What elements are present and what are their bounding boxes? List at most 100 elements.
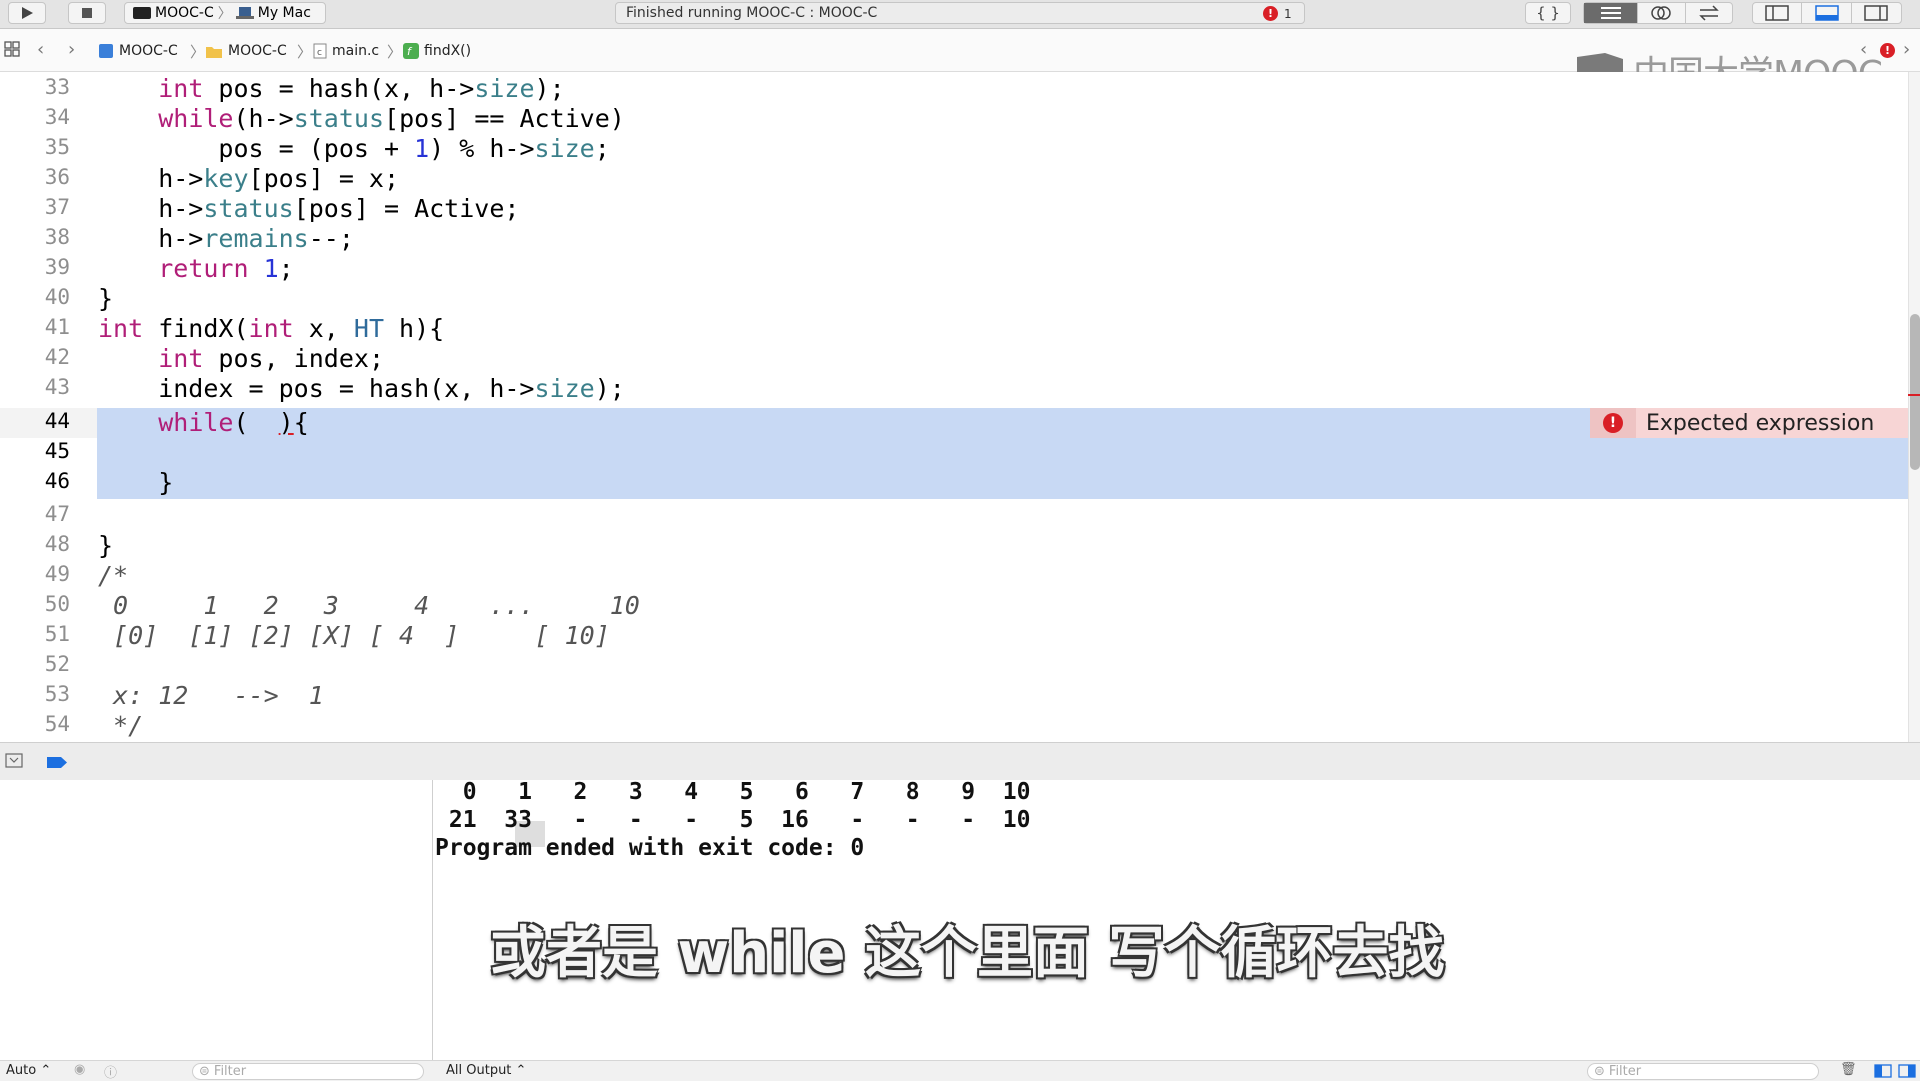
- line-number: 49: [44, 562, 70, 586]
- issue-indicator[interactable]: ! 1: [1263, 6, 1292, 21]
- code-line: 35 pos = (pos + 1) % h->size;: [0, 132, 1908, 163]
- code-line: 49 /*: [0, 559, 1908, 590]
- code-text: index = pos = hash(x, h->size);: [98, 374, 625, 403]
- crumb-project[interactable]: MOOC-C: [98, 43, 178, 59]
- code-text: h->status[pos] = Active;: [98, 194, 520, 223]
- scheme-selector[interactable]: MOOC-C 〉 My Mac: [124, 2, 326, 24]
- crumb-file[interactable]: c main.c: [313, 43, 379, 59]
- code-line: 40}: [0, 282, 1908, 313]
- toolbar: MOOC-C 〉 My Mac Finished running MOOC-C …: [0, 0, 1920, 29]
- grid-icon[interactable]: [4, 41, 20, 61]
- navigator-toggle[interactable]: [1753, 3, 1803, 23]
- error-annotation[interactable]: ! Expected expression: [1590, 408, 1908, 438]
- issue-count: 1: [1284, 6, 1292, 21]
- code-line: 36 h->key[pos] = x;: [0, 162, 1908, 193]
- code-line: 43 index = pos = hash(x, h->size);: [0, 372, 1908, 403]
- code-line: 45: [0, 438, 1908, 468]
- scrollbar-thumb[interactable]: [1910, 314, 1920, 470]
- stop-button[interactable]: [68, 2, 106, 24]
- assistant-editor-button[interactable]: [1638, 3, 1686, 23]
- c-file-icon: c: [313, 43, 327, 59]
- error-message: Expected expression: [1646, 410, 1875, 436]
- crumb-function[interactable]: f findX(): [403, 43, 471, 59]
- code-text: x: 12 --> 1: [98, 681, 324, 710]
- line-number: 51: [44, 622, 70, 646]
- panel-toggles[interactable]: [1752, 2, 1902, 24]
- arrows-swap-icon: [1698, 5, 1719, 21]
- console-line-values: 21 33 - - - 5 16 - - - 10: [435, 807, 1031, 833]
- chevron-right-icon: 〉: [297, 43, 313, 61]
- inspector-toggle[interactable]: [1852, 3, 1901, 23]
- code-line: 53 x: 12 --> 1: [0, 679, 1908, 710]
- scheme-device: My Mac: [257, 5, 311, 21]
- bottom-bar: Auto ⌃ ◉ ⓘ ⊜ Filter All Output ⌃ ⊜ Filte…: [0, 1060, 1920, 1081]
- console-exit-line: Program ended with exit code: 0: [435, 835, 865, 861]
- line-number: 48: [44, 532, 70, 556]
- prev-issue-icon[interactable]: ‹: [1860, 39, 1867, 60]
- code-text: /*: [98, 561, 129, 590]
- code-text: return 1;: [158, 254, 294, 283]
- laptop-icon: [235, 7, 254, 19]
- back-arrow-icon[interactable]: ‹: [37, 39, 44, 60]
- crumb-label: MOOC-C: [119, 43, 178, 59]
- code-text: 0 1 2 3 4 ... 10: [98, 591, 640, 620]
- error-icon: !: [1603, 413, 1623, 433]
- code-text: pos = (pos + 1) % h->size;: [98, 134, 610, 163]
- code-snippet-button[interactable]: { }: [1525, 2, 1571, 24]
- error-icon: !: [1263, 6, 1278, 21]
- stop-icon: [82, 8, 92, 18]
- line-number: 42: [44, 345, 70, 369]
- version-editor-button[interactable]: [1686, 3, 1732, 23]
- trash-icon[interactable]: 🗑: [1840, 1062, 1857, 1077]
- chevron-right-icon: 〉: [387, 43, 403, 61]
- line-number: 50: [44, 592, 70, 616]
- code-line: 37 h->status[pos] = Active;: [0, 192, 1908, 223]
- function-icon: f: [403, 43, 419, 59]
- crumb-group[interactable]: MOOC-C: [205, 43, 287, 59]
- line-number: 44: [44, 409, 70, 433]
- debug-area-toggle[interactable]: [1802, 3, 1852, 23]
- line-number: 40: [44, 285, 70, 309]
- line-number: 45: [44, 439, 70, 463]
- code-text: }: [98, 284, 114, 313]
- filter-icon: ⊜: [199, 1064, 210, 1079]
- next-issue-icon[interactable]: ›: [1903, 39, 1910, 60]
- scheme-target: MOOC-C: [155, 5, 214, 21]
- line-number: 34: [44, 105, 70, 129]
- left-panel-icon: [1765, 5, 1789, 21]
- editor-mode-selector[interactable]: [1583, 2, 1733, 24]
- standard-editor-button[interactable]: [1584, 3, 1639, 23]
- forward-arrow-icon[interactable]: ›: [68, 39, 75, 60]
- split-right-icon[interactable]: [1898, 1064, 1916, 1082]
- code-text: int pos, index;: [158, 344, 384, 373]
- code-line: 46 }: [0, 468, 1908, 498]
- code-line: 38 h->remains--;: [0, 222, 1908, 253]
- run-button[interactable]: [8, 2, 46, 24]
- crumb-label: MOOC-C: [228, 43, 287, 59]
- output-scope-menu[interactable]: All Output ⌃: [446, 1063, 526, 1078]
- jump-bar: ‹ › MOOC-C 〉 MOOC-C 〉 c main.c 〉 f findX…: [0, 29, 1920, 95]
- code-text: h->key[pos] = x;: [98, 164, 400, 193]
- variables-view[interactable]: [0, 780, 433, 1060]
- eye-icon[interactable]: ◉: [74, 1062, 85, 1077]
- code-text: [0] [1] [2] [X] [ 4 ] [ 10]: [98, 621, 610, 650]
- activity-status: Finished running MOOC-C : MOOC-C ! 1: [615, 2, 1305, 24]
- line-number: 43: [44, 375, 70, 399]
- video-subtitle: 或者是 while 这个里面 写个循环去找: [490, 921, 1445, 986]
- source-editor[interactable]: 33 int pos = hash(x, h->size); 34 while(…: [0, 72, 1908, 742]
- code-line: 33 int pos = hash(x, h->size);: [0, 72, 1908, 103]
- variables-filter-field[interactable]: ⊜ Filter: [192, 1063, 424, 1080]
- error-icon[interactable]: !: [1880, 43, 1895, 58]
- project-icon: [99, 44, 113, 58]
- auto-scope-menu[interactable]: Auto ⌃: [6, 1063, 51, 1078]
- split-left-icon[interactable]: [1874, 1064, 1892, 1082]
- line-number: 47: [44, 502, 70, 526]
- console-filter-field[interactable]: ⊜ Filter: [1587, 1063, 1819, 1080]
- breakpoints-icon[interactable]: [46, 754, 68, 773]
- line-number: 38: [44, 225, 70, 249]
- code-text: }: [98, 531, 114, 560]
- hide-debug-area-icon[interactable]: [5, 753, 23, 772]
- line-number: 37: [44, 195, 70, 219]
- info-icon[interactable]: ⓘ: [104, 1062, 117, 1081]
- terminal-icon: [133, 7, 151, 19]
